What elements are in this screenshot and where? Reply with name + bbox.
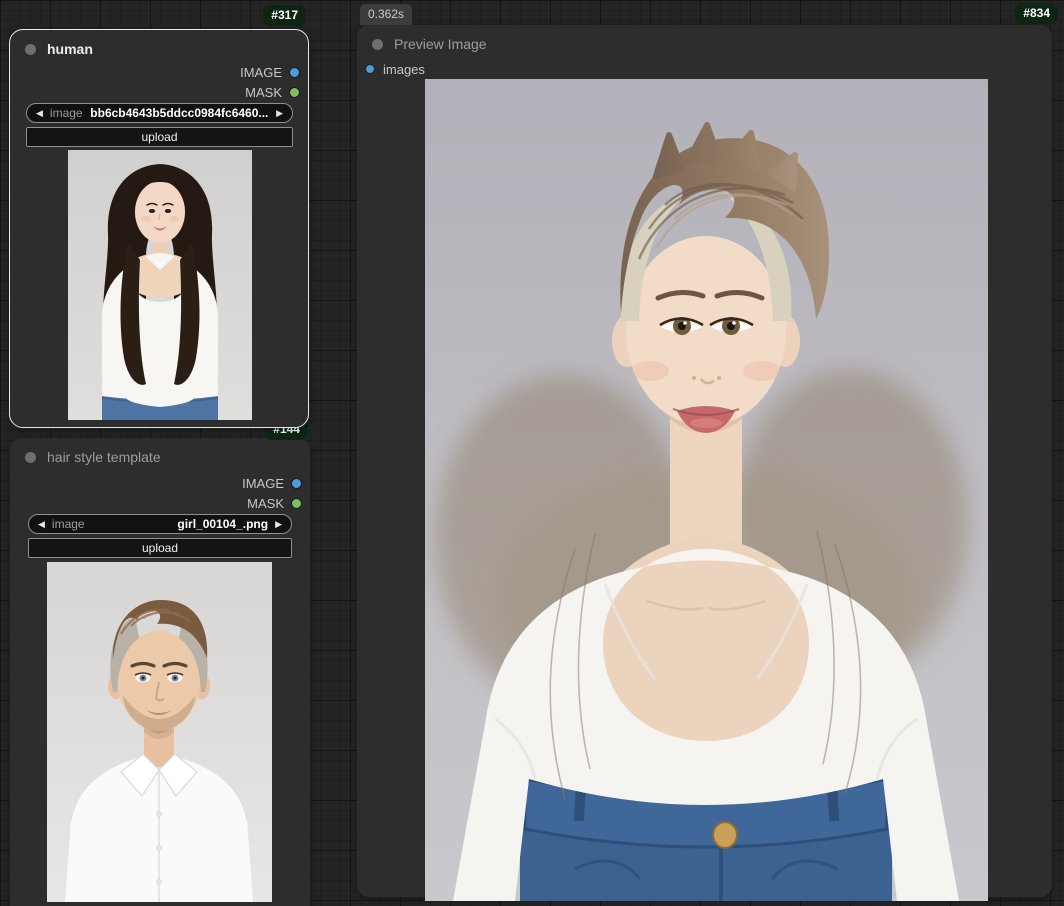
images-input-slot[interactable] [365,64,375,74]
input-row-images: images [365,61,425,77]
output-label: MASK [247,495,284,511]
node-title-bar[interactable]: Preview Image [357,25,1052,55]
output-row-image: IMAGE [242,475,302,491]
node-title: Preview Image [394,36,487,52]
combo-label: image [49,106,83,120]
image-combo-widget[interactable]: ◀ image girl_00104_.png ▶ [28,514,292,534]
prev-arrow-icon[interactable]: ◀ [38,519,45,529]
mask-output-slot[interactable] [291,497,302,509]
image-output-slot[interactable] [291,477,302,489]
collapse-dot-icon[interactable] [372,38,383,50]
mask-output-slot[interactable] [289,86,300,98]
combo-value: bb6cb4643b5ddcc0984fc6460... [90,106,269,120]
output-row-mask: MASK [247,495,302,511]
node-id-badge: #317 [263,5,306,26]
node-hair-style-template[interactable]: #144 hair style template IMAGE MASK ◀ im… [10,419,310,906]
hair-template-image [47,562,272,902]
node-preview-image[interactable]: 0.362s #834 Preview Image images [357,3,1058,901]
node-title-bar[interactable]: human [10,30,308,60]
node-id-badge: #834 [1015,3,1058,24]
prev-arrow-icon[interactable]: ◀ [36,108,43,118]
node-title: human [47,41,93,57]
human-image [68,150,252,420]
next-arrow-icon[interactable]: ▶ [275,519,282,529]
next-arrow-icon[interactable]: ▶ [276,108,283,118]
node-human[interactable]: #317 human IMAGE MASK ◀ image bb6cb4643b… [9,5,309,428]
output-row-mask: MASK [245,84,300,100]
collapse-dot-icon[interactable] [25,451,36,463]
upload-button[interactable]: upload [26,127,293,147]
collapse-dot-icon[interactable] [25,43,36,55]
input-label: images [383,61,425,77]
combo-label: image [51,517,85,531]
output-label: IMAGE [242,475,284,491]
execution-time-badge: 0.362s [360,4,413,25]
preview-result-image [425,79,988,901]
image-output-slot[interactable] [289,66,300,78]
node-title-bar[interactable]: hair style template [10,438,310,468]
output-row-image: IMAGE [240,64,300,80]
output-label: MASK [245,84,282,100]
output-label: IMAGE [240,64,282,80]
upload-button[interactable]: upload [28,538,292,558]
node-title: hair style template [47,449,161,465]
combo-value: girl_00104_.png [177,517,269,531]
image-combo-widget[interactable]: ◀ image bb6cb4643b5ddcc0984fc6460... ▶ [26,103,293,123]
node-graph-canvas[interactable]: #144 hair style template IMAGE MASK ◀ im… [0,0,1064,906]
